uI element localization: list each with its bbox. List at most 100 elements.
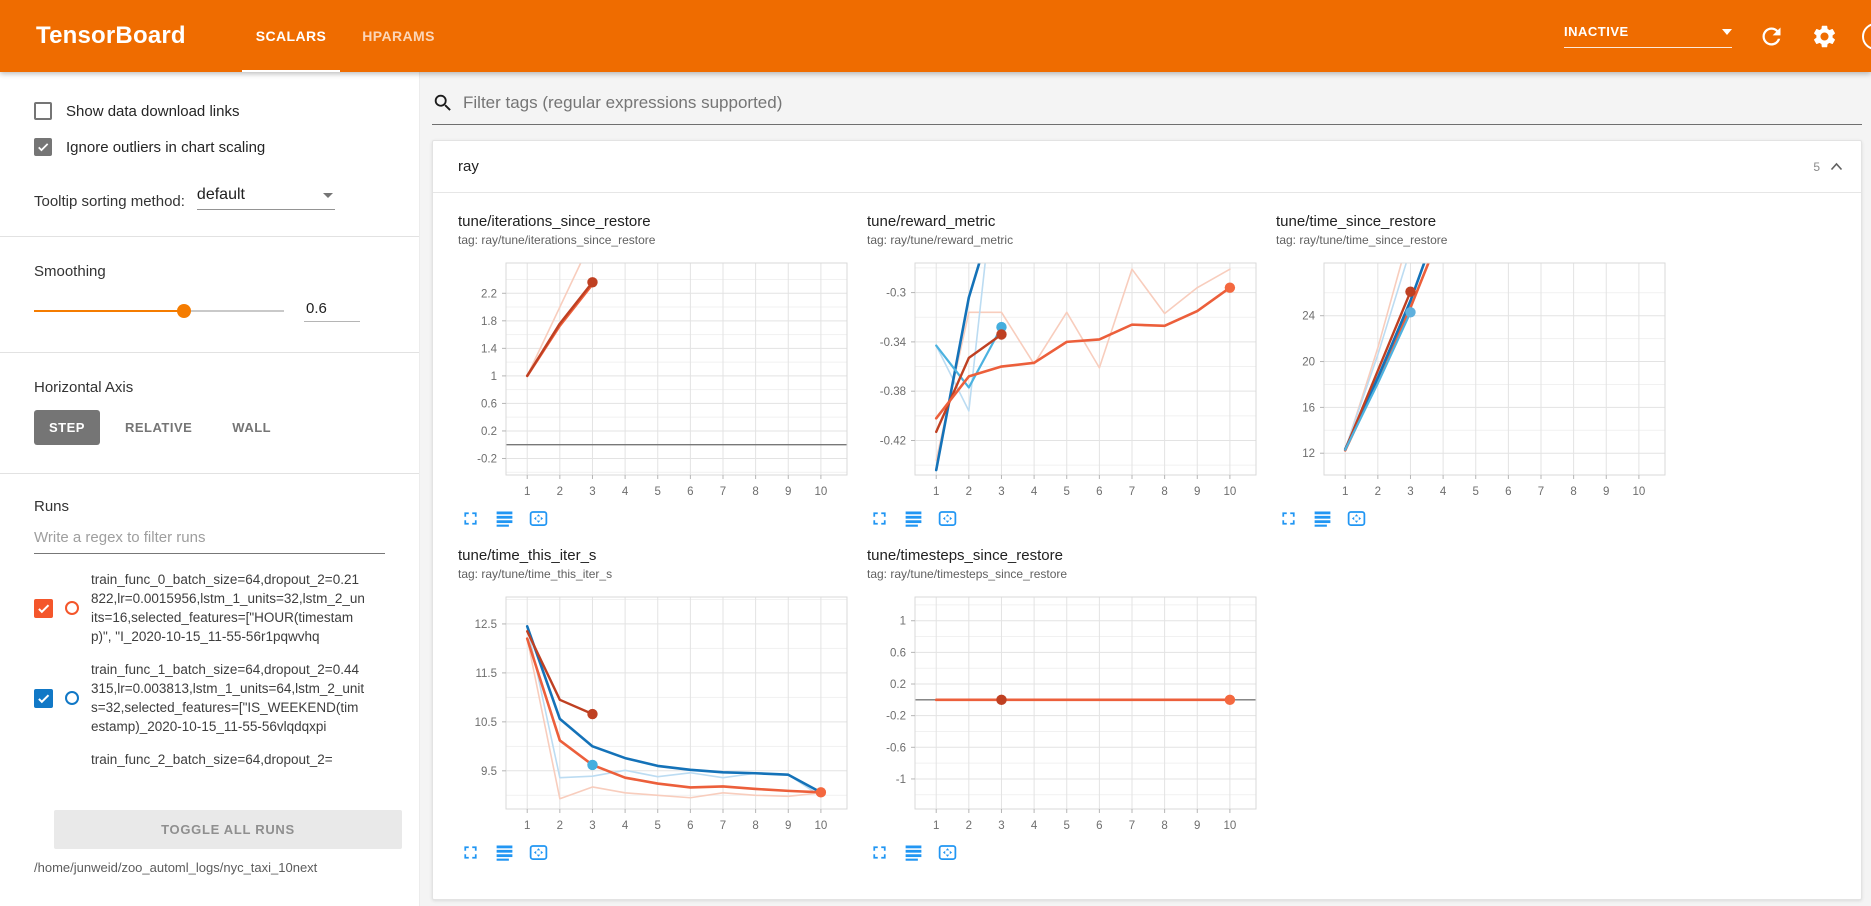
svg-text:2: 2 (966, 486, 972, 498)
header-tab[interactable]: HPARAMS (344, 0, 453, 72)
svg-text:-0.2: -0.2 (477, 453, 497, 465)
runs-list-icon[interactable] (903, 842, 924, 863)
tag-filter-input[interactable]: Filter tags (regular expressions support… (432, 92, 1862, 125)
horizontal-axis-option[interactable]: STEP (34, 410, 100, 445)
smoothing-slider[interactable] (34, 303, 284, 319)
toggle-all-runs-button[interactable]: TOGGLE ALL RUNS (54, 810, 402, 849)
svg-text:-0.2: -0.2 (886, 711, 906, 723)
runs-filter-input[interactable]: Write a regex to filter runs (34, 529, 385, 554)
svg-text:10: 10 (814, 820, 827, 832)
chart-plot[interactable]: 123456789102.21.81.410.60.2-0.2 (458, 257, 856, 503)
runs-list-icon[interactable] (1312, 508, 1333, 529)
fit-domain-icon[interactable] (528, 842, 549, 863)
svg-text:2: 2 (1375, 486, 1381, 498)
run-list-item[interactable]: train_func_0_batch_size=64,dropout_2=0.2… (34, 570, 385, 646)
svg-text:0.6: 0.6 (890, 647, 906, 659)
svg-text:1: 1 (933, 486, 939, 498)
run-radio[interactable] (65, 601, 79, 615)
svg-text:3: 3 (998, 820, 1004, 832)
run-list-item[interactable]: train_func_2_batch_size=64,dropout_2= (34, 750, 385, 769)
checkbox-icon[interactable] (34, 138, 52, 156)
settings-gear-icon[interactable] (1811, 23, 1838, 50)
slider-thumb[interactable] (177, 304, 191, 318)
fullscreen-icon[interactable] (460, 508, 481, 529)
svg-text:9.5: 9.5 (481, 766, 497, 778)
chart-toolbar (867, 508, 1269, 529)
svg-text:1: 1 (1342, 486, 1348, 498)
chart-toolbar (458, 508, 860, 529)
svg-text:-1: -1 (896, 774, 906, 786)
svg-text:7: 7 (1129, 820, 1135, 832)
slider-fill (34, 310, 184, 312)
svg-text:-0.3: -0.3 (886, 288, 906, 300)
svg-text:8: 8 (1570, 486, 1576, 498)
fit-domain-icon[interactable] (937, 842, 958, 863)
svg-text:5: 5 (655, 486, 661, 498)
status-value: INACTIVE (1564, 24, 1629, 39)
runs-list-icon[interactable] (494, 508, 515, 529)
refresh-icon[interactable] (1758, 23, 1785, 50)
fullscreen-icon[interactable] (869, 508, 890, 529)
tag-group-card: ray 5 tune/iterations_since_restore tag:… (432, 140, 1862, 900)
sidebar-checkbox-row[interactable]: Ignore outliers in chart scaling (34, 134, 385, 160)
runs-list-icon[interactable] (494, 842, 515, 863)
header-tab[interactable]: SCALARS (238, 0, 344, 72)
chart-plot[interactable]: 1234567891010.60.2-0.2-0.6-1 (867, 591, 1265, 837)
chart-title: tune/timesteps_since_restore (867, 547, 1269, 564)
checkbox-icon[interactable] (34, 102, 52, 120)
tooltip-sorting-row: Tooltip sorting method: default (0, 186, 419, 210)
svg-text:10: 10 (814, 486, 827, 498)
svg-text:0.6: 0.6 (481, 398, 497, 410)
divider (0, 236, 419, 237)
fullscreen-icon[interactable] (869, 842, 890, 863)
run-list-item[interactable]: train_func_1_batch_size=64,dropout_2=0.4… (34, 660, 385, 736)
chart-card: tune/time_since_restore tag: ray/tune/ti… (1276, 213, 1678, 529)
svg-text:2.2: 2.2 (481, 288, 497, 300)
svg-text:5: 5 (655, 820, 661, 832)
svg-text:4: 4 (622, 820, 629, 832)
chart-plot[interactable]: 12345678910-0.3-0.34-0.38-0.42 (867, 257, 1265, 503)
svg-text:8: 8 (1161, 486, 1167, 498)
chart-title: tune/time_since_restore (1276, 213, 1678, 230)
runs-list-icon[interactable] (903, 508, 924, 529)
chevron-up-icon[interactable] (1830, 162, 1843, 171)
run-controls (34, 689, 79, 708)
run-checkbox[interactable] (34, 599, 53, 618)
smoothing-label: Smoothing (34, 263, 385, 280)
chart-tag: tag: ray/tune/time_since_restore (1276, 233, 1678, 247)
fit-domain-icon[interactable] (1346, 508, 1367, 529)
sidebar-checkbox-row[interactable]: Show data download links (34, 98, 385, 124)
tag-group-header[interactable]: ray 5 (433, 141, 1861, 193)
svg-text:10: 10 (1632, 486, 1645, 498)
svg-text:1: 1 (900, 616, 906, 628)
tooltip-sorting-dropdown[interactable]: default (197, 186, 335, 210)
chart-plot[interactable]: 1234567891012.511.510.59.5 (458, 591, 856, 837)
log-directory-path: /home/junweid/zoo_automl_logs/nyc_taxi_1… (34, 859, 346, 877)
smoothing-value[interactable]: 0.6 (304, 300, 360, 322)
horizontal-axis-option[interactable]: WALL (217, 410, 286, 445)
chart-toolbar (458, 842, 860, 863)
run-checkbox[interactable] (34, 689, 53, 708)
svg-text:10: 10 (1223, 486, 1236, 498)
chart-card: tune/timesteps_since_restore tag: ray/tu… (867, 547, 1269, 863)
svg-text:8: 8 (1161, 820, 1167, 832)
status-dropdown[interactable]: INACTIVE (1564, 24, 1732, 48)
horizontal-axis-option[interactable]: RELATIVE (110, 410, 207, 445)
svg-text:10: 10 (1223, 820, 1236, 832)
run-radio[interactable] (65, 691, 79, 705)
chart-plot[interactable]: 1234567891024201612 (1276, 257, 1674, 503)
fit-domain-icon[interactable] (937, 508, 958, 529)
tag-group-meta: 5 (1813, 160, 1843, 174)
svg-text:20: 20 (1302, 357, 1315, 369)
run-controls (34, 599, 79, 618)
fullscreen-icon[interactable] (460, 842, 481, 863)
fit-domain-icon[interactable] (528, 508, 549, 529)
fullscreen-icon[interactable] (1278, 508, 1299, 529)
help-icon[interactable] (1862, 23, 1871, 50)
svg-text:0.2: 0.2 (890, 679, 906, 691)
tooltip-sorting-value: default (197, 186, 245, 204)
runs-filter-placeholder: Write a regex to filter runs (34, 529, 205, 546)
check-icon (36, 601, 51, 616)
svg-text:-0.42: -0.42 (880, 435, 906, 447)
svg-text:12.5: 12.5 (475, 619, 497, 631)
